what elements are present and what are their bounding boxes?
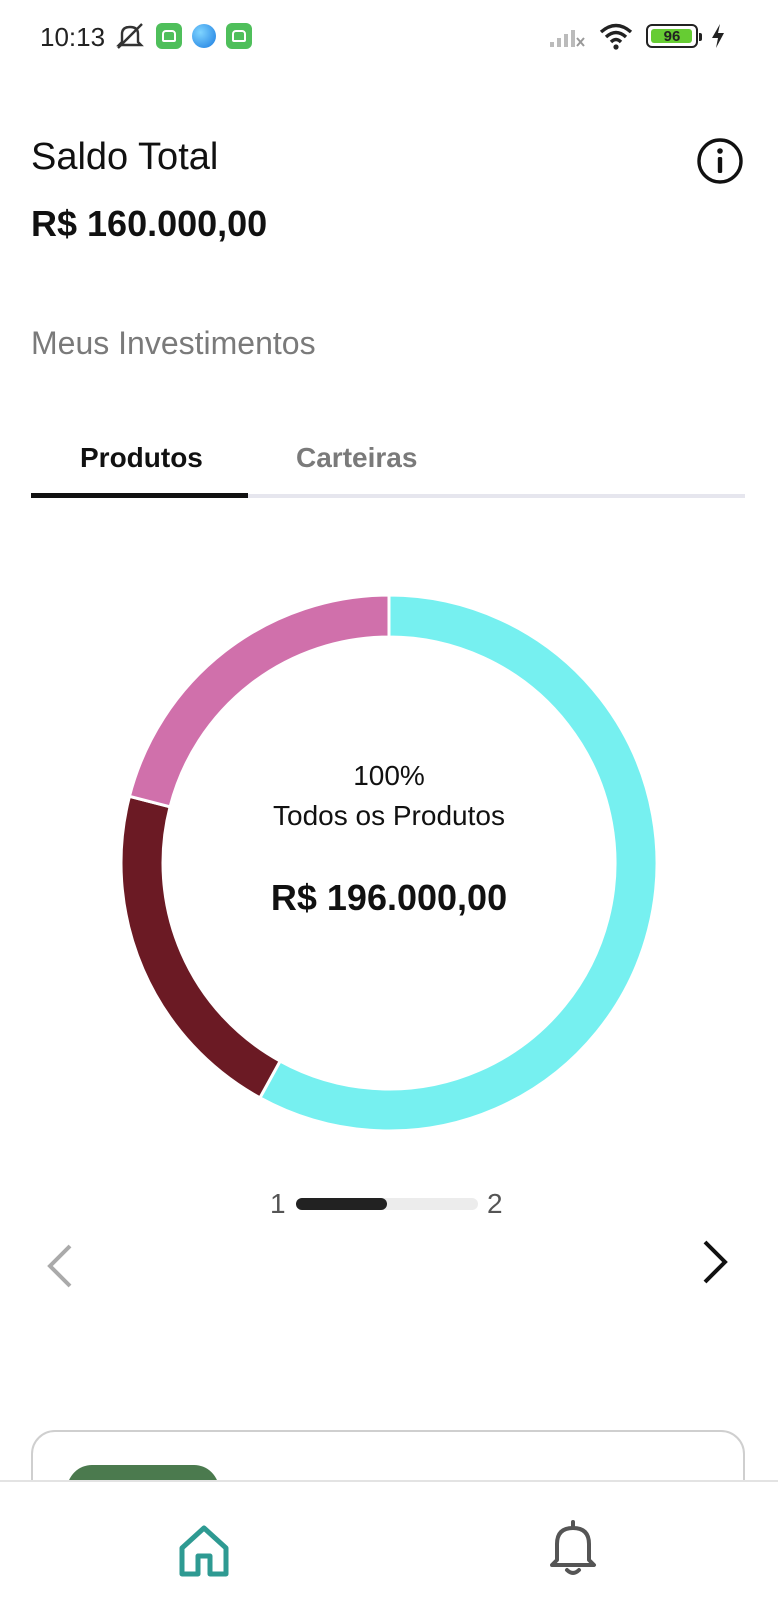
donut-chart xyxy=(119,593,659,1133)
browser-icon xyxy=(192,24,216,48)
status-time: 10:13 xyxy=(40,22,106,52)
battery-icon: 96 xyxy=(646,24,702,48)
charging-icon xyxy=(712,24,724,48)
chevron-right-icon[interactable] xyxy=(695,1236,735,1288)
status-icons-right: 96 xyxy=(548,22,726,50)
pager-track xyxy=(296,1198,478,1210)
bell-icon[interactable] xyxy=(545,1518,601,1578)
mute-icon xyxy=(116,23,144,49)
tab-carteiras[interactable]: Carteiras xyxy=(296,442,417,474)
investment-tabs: Produtos Carteiras xyxy=(31,430,745,500)
pager-progress xyxy=(296,1198,387,1210)
pager-end: 2 xyxy=(487,1188,503,1219)
info-icon[interactable] xyxy=(696,137,744,185)
chevron-left-icon[interactable] xyxy=(40,1240,80,1292)
tab-produtos[interactable]: Produtos xyxy=(80,442,203,474)
section-title: Meus Investimentos xyxy=(31,325,316,361)
status-icons-left xyxy=(114,22,252,50)
donut-slice-1 xyxy=(257,593,659,1133)
chart-center-percent: 100% xyxy=(353,760,425,791)
signal-icon xyxy=(550,30,585,47)
home-icon[interactable] xyxy=(176,1522,232,1578)
donut-slice-2 xyxy=(119,794,283,1100)
app-icon xyxy=(226,23,252,49)
balance-title: Saldo Total xyxy=(31,136,219,178)
tab-indicator xyxy=(31,493,248,498)
balance-value: R$ 160.000,00 xyxy=(31,203,268,244)
status-bar: 10:13 96 xyxy=(0,0,778,72)
bottom-nav xyxy=(0,1480,778,1606)
pager-start: 1 xyxy=(270,1188,286,1219)
app-icon xyxy=(156,23,182,49)
chart-center-value: R$ 196.000,00 xyxy=(270,877,508,918)
chart-center-label: Todos os Produtos xyxy=(273,800,505,831)
battery-level: 96 xyxy=(663,27,681,45)
wifi-icon xyxy=(599,23,633,50)
